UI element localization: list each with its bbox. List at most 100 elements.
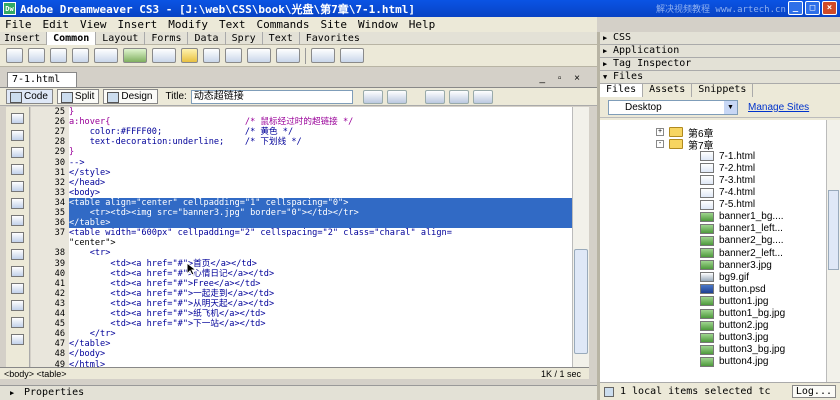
templates-icon[interactable] — [311, 48, 335, 63]
code-line[interactable]: <td><a href="#">一起走到</a></td> — [69, 289, 572, 299]
manage-sites-link[interactable]: Manage Sites — [748, 102, 809, 113]
menu-file[interactable]: File — [0, 18, 38, 31]
highlight-invalid-code-icon[interactable] — [11, 232, 24, 243]
files-tab-snippets[interactable]: Snippets — [692, 84, 754, 97]
code-view-button[interactable]: Code — [6, 89, 53, 104]
code-line[interactable]: <table align="center" cellpadding="1" ce… — [69, 197, 572, 208]
menu-site[interactable]: Site — [315, 18, 353, 31]
file-item[interactable]: banner1_left... — [700, 223, 783, 235]
file-tree-scrollbar[interactable] — [826, 120, 840, 382]
scroll-thumb[interactable] — [828, 190, 839, 270]
script-icon[interactable] — [276, 48, 300, 63]
apply-comment-icon[interactable] — [11, 249, 24, 260]
code-line[interactable]: </style> — [69, 168, 572, 178]
view-options-icon[interactable] — [448, 89, 469, 104]
indent-code-icon[interactable] — [11, 317, 24, 328]
file-item[interactable]: button4.jpg — [700, 356, 769, 368]
tag-chooser-icon[interactable] — [340, 48, 364, 63]
menu-view[interactable]: View — [75, 18, 113, 31]
site-select[interactable]: Desktop — [608, 99, 738, 115]
file-item[interactable]: 7-1.html — [700, 150, 755, 162]
code-line[interactable]: --> — [69, 158, 572, 168]
files-tab-assets[interactable]: Assets — [643, 84, 693, 97]
document-tab[interactable]: 7-1.html — [7, 72, 77, 87]
file-item[interactable]: banner2_bg.... — [700, 235, 784, 247]
file-item[interactable]: 7-3.html — [700, 174, 755, 186]
code-line[interactable]: <tr><td><img src="banner3.jpg" border="0… — [69, 208, 572, 219]
table-icon[interactable] — [72, 48, 89, 63]
email-link-icon[interactable] — [28, 48, 45, 63]
insert-tab-spry[interactable]: Spry — [224, 31, 262, 45]
collapse-selection-icon[interactable] — [11, 147, 24, 158]
application-panel-header[interactable]: Application — [600, 45, 840, 58]
code-line[interactable]: </head> — [69, 178, 572, 188]
code-line[interactable]: <td><a href="#">首页</a></td> — [69, 259, 572, 269]
insert-tab-forms[interactable]: Forms — [144, 31, 187, 45]
file-item[interactable]: button3_bg.jpg — [700, 344, 785, 356]
remove-comment-icon[interactable] — [11, 266, 24, 277]
code-line[interactable]: <td><a href="#">下一站</a></td> — [69, 319, 572, 329]
code-line[interactable]: </html> — [69, 360, 572, 368]
code-line[interactable]: </tr> — [69, 329, 572, 339]
close-button[interactable]: × — [822, 1, 837, 15]
collapse-full-tag-icon[interactable] — [11, 130, 24, 141]
tag-selector[interactable]: <body> <table> — [4, 369, 67, 379]
refresh-icon[interactable] — [424, 89, 445, 104]
maximize-button[interactable]: □ — [805, 1, 820, 15]
expand-all-icon[interactable] — [11, 164, 24, 175]
code-line[interactable]: "center"> — [69, 238, 572, 248]
file-item[interactable]: 7-5.html — [700, 199, 755, 211]
head-icon[interactable] — [247, 48, 271, 63]
minimize-button[interactable]: _ — [788, 1, 803, 15]
file-item[interactable]: 7-4.html — [700, 187, 755, 199]
server-side-include-icon[interactable] — [203, 48, 220, 63]
files-panel-header[interactable]: Files — [600, 71, 840, 84]
split-view-button[interactable]: Split — [56, 89, 100, 104]
select-parent-tag-icon[interactable] — [11, 181, 24, 192]
menu-help[interactable]: Help — [404, 18, 442, 31]
page-title-input[interactable]: 动态超链接 — [190, 89, 353, 104]
insert-tab-text[interactable]: Text — [261, 31, 299, 45]
code-line[interactable]: <table width="600px" cellpadding="2" cel… — [69, 228, 572, 238]
layer-icon[interactable] — [94, 48, 118, 63]
design-view-button[interactable]: Design — [103, 89, 158, 104]
balance-braces-icon[interactable] — [11, 198, 24, 209]
folder-item[interactable]: - 第7章 — [656, 138, 714, 152]
files-tab-files[interactable]: Files — [600, 84, 644, 97]
file-item[interactable]: banner1_bg.... — [700, 211, 784, 223]
menu-edit[interactable]: Edit — [38, 18, 76, 31]
file-item[interactable]: bg9.gif — [700, 271, 749, 283]
code-line[interactable]: <body> — [69, 188, 572, 198]
code-vertical-scrollbar[interactable] — [572, 107, 589, 367]
code-line[interactable]: text-decoration:underline; /* 下划线 */ — [69, 137, 572, 147]
menu-text[interactable]: Text — [214, 18, 252, 31]
date-icon[interactable] — [181, 48, 198, 63]
open-documents-icon[interactable] — [11, 113, 24, 124]
menu-insert[interactable]: Insert — [113, 18, 164, 31]
scroll-thumb[interactable] — [574, 249, 588, 354]
visual-aids-icon[interactable] — [472, 89, 493, 104]
recent-snippets-icon[interactable] — [11, 300, 24, 311]
properties-panel-header[interactable]: ▶ Properties — [0, 385, 597, 400]
menu-window[interactable]: Window — [353, 18, 404, 31]
wrap-tag-icon[interactable] — [11, 283, 24, 294]
file-item[interactable]: button3.jpg — [700, 332, 769, 344]
code-line[interactable]: a:hover{ /* 鼠标经过时的超链接 */ — [69, 117, 572, 127]
menu-commands[interactable]: Commands — [252, 18, 316, 31]
code-line[interactable]: <td><a href="#">Free</a></td> — [69, 279, 572, 289]
file-item[interactable]: button1_bg.jpg — [700, 308, 785, 320]
named-anchor-icon[interactable] — [50, 48, 67, 63]
insert-tab-favorites[interactable]: Favorites — [298, 31, 366, 45]
comment-icon[interactable] — [225, 48, 242, 63]
images-icon[interactable] — [123, 48, 147, 63]
insert-tab-layout[interactable]: Layout — [95, 31, 144, 45]
code-line[interactable]: <td><a href="#">心情日记</a></td> — [69, 269, 572, 279]
insert-bar-label[interactable]: Insert — [0, 33, 46, 44]
file-item[interactable]: button1.jpg — [700, 295, 769, 307]
insert-tab-common[interactable]: Common — [46, 31, 96, 45]
tag-inspector-panel-header[interactable]: Tag Inspector — [600, 58, 840, 71]
log-button[interactable]: Log... — [791, 385, 836, 398]
code-line[interactable]: } — [69, 147, 572, 157]
collapse-icon[interactable]: - — [656, 140, 664, 149]
hyperlink-icon[interactable] — [6, 48, 23, 63]
